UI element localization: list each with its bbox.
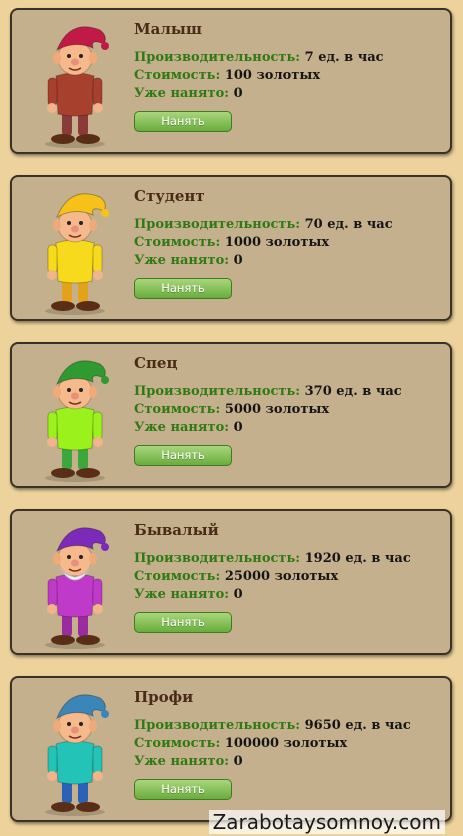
hire-button[interactable]: Нанять — [134, 445, 232, 466]
watermark: Zarabotaysomnoy.com — [208, 810, 445, 834]
hire-button[interactable]: Нанять — [134, 278, 232, 299]
worker-name: Малыш — [134, 20, 203, 38]
productivity-label: Производительность: — [134, 50, 301, 65]
hired-label: Уже нанято: — [134, 253, 230, 268]
productivity-value: 370 ед. в час — [304, 384, 402, 399]
hired-row: Уже нанято: 0 — [134, 587, 243, 602]
cost-row: Стоимость: 100000 золотых — [134, 736, 347, 751]
hire-button[interactable]: Нанять — [134, 111, 232, 132]
hired-value: 0 — [233, 253, 243, 268]
hired-value: 0 — [233, 587, 243, 602]
cost-value: 100 золотых — [224, 68, 321, 83]
productivity-row: Производительность: 70 ед. в час — [134, 217, 393, 232]
cost-row: Стоимость: 25000 золотых — [134, 569, 338, 584]
worker-card-malysh: Малыш Производительность: 7 ед. в час Ст… — [10, 8, 452, 154]
hired-label: Уже нанято: — [134, 754, 230, 769]
hired-row: Уже нанято: 0 — [134, 420, 243, 435]
cost-value: 1000 золотых — [224, 235, 330, 250]
productivity-label: Производительность: — [134, 217, 301, 232]
hired-label: Уже нанято: — [134, 587, 230, 602]
productivity-value: 70 ед. в час — [304, 217, 393, 232]
worker-name: Профи — [134, 688, 194, 706]
cost-label: Стоимость: — [134, 68, 221, 83]
hired-label: Уже нанято: — [134, 86, 230, 101]
cost-value: 25000 золотых — [224, 569, 339, 584]
hired-value: 0 — [233, 420, 243, 435]
cost-label: Стоимость: — [134, 736, 221, 751]
worker-name: Спец — [134, 354, 178, 372]
gnome-profi-icon — [45, 694, 109, 816]
cost-row: Стоимость: 5000 золотых — [134, 402, 329, 417]
productivity-value: 7 ед. в час — [304, 50, 384, 65]
cost-label: Стоимость: — [134, 569, 221, 584]
cost-row: Стоимость: 1000 золотых — [134, 235, 329, 250]
gnome-student-icon — [45, 193, 109, 315]
hired-row: Уже нанято: 0 — [134, 253, 243, 268]
cost-label: Стоимость: — [134, 235, 221, 250]
gnome-byvalyi-icon — [45, 527, 109, 649]
worker-card-spec: Спец Производительность: 370 ед. в час С… — [10, 342, 452, 488]
productivity-value: 1920 ед. в час — [304, 551, 411, 566]
worker-card-student: Студент Производительность: 70 ед. в час… — [10, 175, 452, 321]
cost-row: Стоимость: 100 золотых — [134, 68, 320, 83]
hired-label: Уже нанято: — [134, 420, 230, 435]
cost-label: Стоимость: — [134, 402, 221, 417]
worker-name: Студент — [134, 187, 205, 205]
productivity-value: 9650 ед. в час — [304, 718, 411, 733]
hire-button[interactable]: Нанять — [134, 612, 232, 633]
productivity-row: Производительность: 9650 ед. в час — [134, 718, 411, 733]
productivity-label: Производительность: — [134, 384, 301, 399]
gnome-malysh-icon — [45, 26, 109, 148]
hire-button[interactable]: Нанять — [134, 779, 232, 800]
productivity-row: Производительность: 7 ед. в час — [134, 50, 384, 65]
worker-name: Бывалый — [134, 521, 219, 539]
hired-row: Уже нанято: 0 — [134, 86, 243, 101]
hired-row: Уже нанято: 0 — [134, 754, 243, 769]
productivity-label: Производительность: — [134, 551, 301, 566]
productivity-label: Производительность: — [134, 718, 301, 733]
worker-card-byvalyi: Бывалый Производительность: 1920 ед. в ч… — [10, 509, 452, 655]
worker-card-profi: Профи Производительность: 9650 ед. в час… — [10, 676, 452, 822]
productivity-row: Производительность: 370 ед. в час — [134, 384, 402, 399]
gnome-spec-icon — [45, 360, 109, 482]
cost-value: 5000 золотых — [224, 402, 330, 417]
cost-value: 100000 золотых — [224, 736, 348, 751]
productivity-row: Производительность: 1920 ед. в час — [134, 551, 411, 566]
hired-value: 0 — [233, 86, 243, 101]
hired-value: 0 — [233, 754, 243, 769]
